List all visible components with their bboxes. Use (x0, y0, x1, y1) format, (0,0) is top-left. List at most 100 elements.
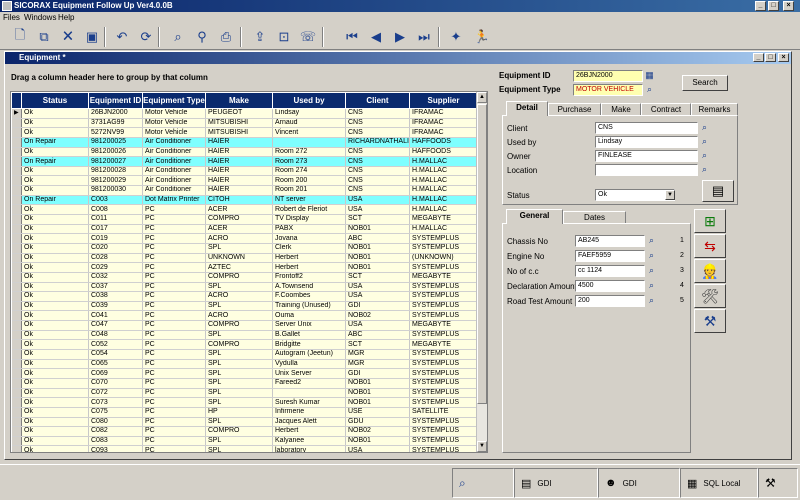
cell-equipment-id[interactable]: 981200025 (88, 137, 143, 148)
cell-client[interactable]: MGR (345, 349, 410, 360)
cell-equipment-type[interactable]: PC (142, 282, 206, 293)
cell-used-by[interactable] (272, 388, 346, 399)
status-search-cell[interactable]: ⌕ (452, 468, 514, 498)
repair-icon[interactable]: ⚒ (694, 309, 726, 333)
general-field-input[interactable]: 200 (575, 295, 645, 307)
row-indicator[interactable] (11, 156, 22, 167)
table-row[interactable]: Ok C038 PC ACRO F.Coombes USA SYSTEMPLUS (11, 291, 478, 302)
cell-equipment-type[interactable]: PC (142, 436, 206, 447)
cell-make[interactable]: ACRO (205, 233, 273, 244)
cell-equipment-type[interactable]: PC (142, 253, 206, 264)
cell-supplier[interactable]: SYSTEMPLUS (409, 445, 478, 452)
cell-make[interactable]: COMPRO (205, 339, 273, 350)
cell-status[interactable]: Ok (21, 214, 89, 225)
cell-client[interactable]: USA (345, 195, 410, 206)
last-record-icon[interactable]: ⏭ (414, 27, 434, 47)
column-header-client[interactable]: Client (345, 92, 410, 109)
cell-used-by[interactable]: Suresh Kumar (272, 397, 346, 408)
save-icon[interactable]: ▣ (82, 27, 102, 47)
cell-used-by[interactable]: Room 200 (272, 175, 346, 187)
cell-make[interactable]: SPL (205, 378, 273, 389)
cell-status[interactable]: Ok (21, 127, 89, 138)
cell-make[interactable]: MITSUBISHI (205, 127, 273, 138)
cell-client[interactable]: NOB01 (345, 436, 410, 447)
cell-status[interactable]: Ok (21, 204, 89, 216)
cell-supplier[interactable]: SYSTEMPLUS (409, 397, 478, 408)
cell-client[interactable]: ABC (345, 330, 410, 341)
cell-make[interactable]: ACER (205, 204, 273, 216)
column-header-supplier[interactable]: Supplier (409, 92, 478, 109)
cell-supplier[interactable]: IFRAMAC (409, 108, 478, 119)
row-indicator[interactable] (11, 147, 22, 158)
cell-equipment-type[interactable]: Motor Vehicle (142, 108, 206, 119)
cell-make[interactable]: SPL (205, 436, 273, 447)
row-indicator[interactable] (11, 339, 22, 350)
cell-equipment-type[interactable]: PC (142, 320, 206, 331)
cell-equipment-type[interactable]: PC (142, 272, 206, 283)
row-indicator[interactable] (11, 224, 22, 235)
cell-supplier[interactable]: SYSTEMPLUS (409, 243, 478, 254)
cell-equipment-type[interactable]: Motor Vehicle (142, 127, 206, 138)
tab-detail[interactable]: Detail (506, 101, 548, 116)
cell-equipment-id[interactable]: C029 (88, 262, 143, 273)
cell-status[interactable]: Ok (21, 407, 89, 418)
cell-equipment-id[interactable]: 5272NV99 (88, 127, 143, 138)
cell-supplier[interactable]: SYSTEMPLUS (409, 349, 478, 360)
cell-equipment-type[interactable]: PC (142, 243, 206, 254)
cell-supplier[interactable]: HAFFOODS (409, 137, 478, 148)
table-row[interactable]: Ok C020 PC SPL Clerk NOB01 SYSTEMPLUS (11, 243, 478, 254)
cell-used-by[interactable]: TV Display (272, 214, 346, 225)
table-row[interactable]: Ok C080 PC SPL Jacques Alett GDU SYSTEMPLUS (11, 417, 478, 428)
cell-client[interactable]: NOB01 (345, 253, 410, 264)
cell-client[interactable]: CNS (345, 108, 410, 119)
card-icon[interactable]: ▤ (702, 180, 734, 202)
cell-make[interactable]: MITSUBISHI (205, 118, 273, 129)
cell-supplier[interactable]: IFRAMAC (409, 118, 478, 129)
print-preview-icon[interactable]: ⎙ (216, 27, 236, 47)
technician-icon[interactable]: 👷 (694, 259, 726, 283)
table-row[interactable]: Ok C075 PC HP Infirmerie USE SATELLITE (11, 407, 478, 418)
cell-equipment-id[interactable]: C017 (88, 224, 143, 235)
cell-make[interactable]: UNKNOWN (205, 253, 273, 264)
cell-status[interactable]: Ok (21, 397, 89, 408)
row-indicator[interactable]: ▶ (11, 108, 22, 119)
general-field-search-icon[interactable]: ⌕ (646, 235, 657, 247)
tab-general[interactable]: General (506, 209, 563, 224)
cell-status[interactable]: On Repair (21, 137, 89, 148)
table-row[interactable]: Ok C047 PC COMPRO Server Unix USA MEGABYTE (11, 320, 478, 331)
cell-used-by[interactable]: Arnaud (272, 118, 346, 129)
row-indicator[interactable] (11, 445, 22, 452)
cell-supplier[interactable]: H.MALLAC (409, 166, 478, 177)
cell-used-by[interactable]: Kalyanee (272, 436, 346, 447)
cell-status[interactable]: Ok (21, 339, 89, 350)
cell-equipment-type[interactable]: PC (142, 445, 206, 452)
cell-status[interactable]: Ok (21, 147, 89, 158)
cell-status[interactable]: On Repair (21, 195, 89, 206)
fax-icon[interactable]: ☏ (298, 27, 318, 47)
cell-make[interactable]: SPL (205, 330, 273, 341)
cell-supplier[interactable]: SYSTEMPLUS (409, 301, 478, 312)
cell-make[interactable]: COMPRO (205, 426, 273, 437)
cell-equipment-id[interactable]: C047 (88, 320, 143, 331)
cell-make[interactable]: ACRO (205, 291, 273, 302)
cell-status[interactable]: Ok (21, 436, 89, 447)
cell-client[interactable]: CNS (345, 127, 410, 138)
table-row[interactable]: Ok C032 PC COMPRO Frontoff2 SCT MEGABYTE (11, 272, 478, 283)
row-indicator[interactable] (11, 262, 22, 273)
grid-vertical-scrollbar[interactable]: ▲ ▼ (476, 92, 487, 452)
row-indicator[interactable] (11, 330, 22, 341)
cell-equipment-id[interactable]: C037 (88, 282, 143, 293)
group-by-hint[interactable]: Drag a column header here to group by th… (11, 73, 208, 82)
row-indicator[interactable] (11, 310, 22, 322)
cell-make[interactable]: HAIER (205, 185, 273, 196)
child-maximize-button[interactable]: □ (765, 53, 776, 62)
minimize-button[interactable]: _ (755, 1, 766, 11)
cell-equipment-id[interactable]: C038 (88, 291, 143, 302)
cell-equipment-id[interactable]: C080 (88, 417, 143, 428)
cell-used-by[interactable]: laboratory (272, 445, 346, 452)
cell-make[interactable]: ACRO (205, 310, 273, 322)
cell-client[interactable]: CNS (345, 166, 410, 177)
cell-make[interactable]: SPL (205, 349, 273, 360)
cell-client[interactable]: NOB01 (345, 378, 410, 389)
table-row[interactable]: Ok C093 PC SPL laboratory USA SYSTEMPLUS (11, 445, 478, 452)
